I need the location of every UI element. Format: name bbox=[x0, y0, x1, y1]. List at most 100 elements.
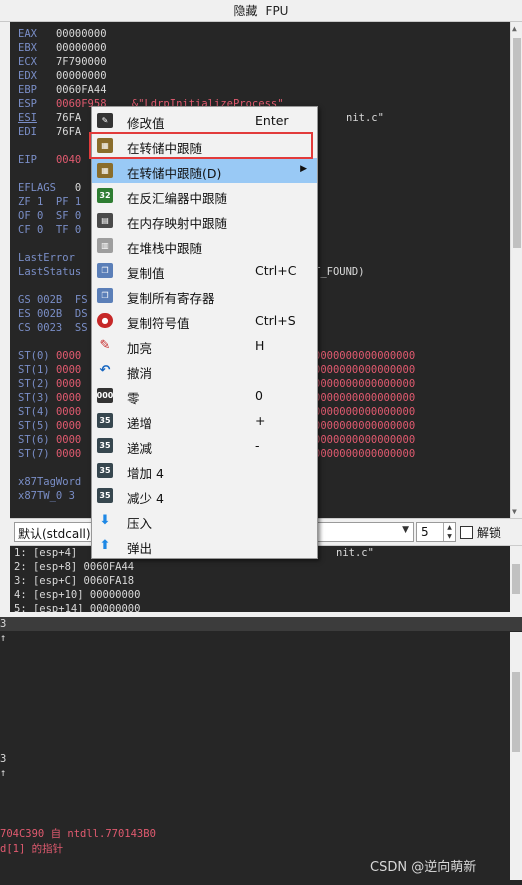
segment-row[interactable]: CS 0023 SS bbox=[18, 322, 88, 336]
eflags-row[interactable]: EFLAGS 0 bbox=[18, 182, 81, 196]
scroll-thumb[interactable] bbox=[513, 38, 521, 248]
fpu-reg-value[interactable]: 0000 bbox=[56, 364, 81, 376]
menu-item-copy-value[interactable]: ❐ 复制值 Ctrl+C bbox=[92, 258, 317, 283]
menu-item-follow-in-stack[interactable]: ▥ 在堆栈中跟随 bbox=[92, 233, 317, 258]
x87-tw-label[interactable]: x87TW_0 3 bbox=[18, 490, 75, 504]
fpu-reg-value[interactable]: 0000 bbox=[56, 448, 81, 460]
stack-arg-row[interactable]: 3: [esp+C] 0060FA18 bbox=[14, 575, 134, 589]
eflags-value[interactable]: 0 bbox=[75, 182, 81, 194]
fpu-reg-value[interactable]: 0000 bbox=[56, 434, 81, 446]
arg-count-value: 5 bbox=[421, 525, 429, 539]
segment-row[interactable]: ES 002B DS bbox=[18, 308, 88, 322]
stack-arg-value: 0060FA44 bbox=[83, 561, 135, 573]
menu-item-pop[interactable]: ⬆ 弹出 bbox=[92, 533, 317, 558]
hide-label[interactable]: 隐藏 bbox=[234, 2, 258, 19]
fpu-row[interactable]: ST(6) 0000 bbox=[18, 434, 81, 448]
register-value[interactable]: 0060FA44 bbox=[56, 84, 107, 96]
menu-item-follow-in-memory-map[interactable]: ▤ 在内存映射中跟随 bbox=[92, 208, 317, 233]
register-ebp[interactable]: EBP 0060FA44 bbox=[18, 84, 107, 98]
fpu-reg-value[interactable]: 0000 bbox=[56, 350, 81, 362]
fpu-reg-value[interactable]: 0000 bbox=[56, 392, 81, 404]
edit-icon: ✎ bbox=[97, 113, 113, 128]
menu-item-label: 在反汇编器中跟随 bbox=[127, 191, 228, 206]
register-ecx[interactable]: ECX 7F790000 bbox=[18, 56, 107, 70]
last-status-label[interactable]: LastStatus bbox=[18, 266, 81, 280]
scroll-up-icon[interactable]: ▲ bbox=[512, 24, 517, 33]
stack-arg-row[interactable]: 5: [esp+14] 00000000 bbox=[14, 603, 140, 612]
menu-item-highlight[interactable]: ✎ 加亮 H bbox=[92, 333, 317, 358]
register-eax[interactable]: EAX 00000000 bbox=[18, 28, 107, 42]
register-value[interactable]: 00000000 bbox=[56, 28, 107, 40]
menu-item-follow-in-disassembler[interactable]: 32 在反汇编器中跟随 bbox=[92, 183, 317, 208]
stack-arg-row[interactable]: 1: [esp+4] bbox=[14, 547, 77, 561]
stack-arg-row[interactable]: 2: [esp+8] 0060FA44 bbox=[14, 561, 134, 575]
fpu-row[interactable]: ST(3) 0000 bbox=[18, 392, 81, 406]
register-name: ESI bbox=[18, 112, 37, 124]
fpu-row[interactable]: ST(0) 0000 bbox=[18, 350, 81, 364]
flags-row[interactable]: ZF 1 PF 1 bbox=[18, 196, 81, 210]
register-edx[interactable]: EDX 00000000 bbox=[18, 70, 107, 84]
menu-item-zero[interactable]: 000 零 0 bbox=[92, 383, 317, 408]
add4-icon: 35 bbox=[97, 463, 113, 478]
register-name: ECX bbox=[18, 56, 37, 68]
register-ebx[interactable]: EBX 00000000 bbox=[18, 42, 107, 56]
menu-item-copy-symbol-value[interactable]: ● 复制符号值 Ctrl+S bbox=[92, 308, 317, 333]
unlock-toggle[interactable]: 解锁 bbox=[460, 524, 501, 541]
scroll-down-icon[interactable]: ▼ bbox=[512, 507, 517, 516]
x87-tagword-label[interactable]: x87TagWord bbox=[18, 476, 81, 490]
menu-item-undo[interactable]: ↶ 撤消 bbox=[92, 358, 317, 383]
fpu-reg-value[interactable]: 0000 bbox=[56, 406, 81, 418]
stepper-arrows-icon[interactable]: ▲ ▼ bbox=[443, 523, 455, 541]
eflags-label: EFLAGS bbox=[18, 182, 56, 194]
highlight-icon: ✎ bbox=[99, 338, 111, 353]
scroll-thumb[interactable] bbox=[512, 672, 520, 752]
scroll-thumb[interactable] bbox=[512, 564, 520, 594]
fpu-reg-value[interactable]: 0000 bbox=[56, 420, 81, 432]
fpu-row[interactable]: ST(5) 0000 bbox=[18, 420, 81, 434]
register-value[interactable]: 0040 bbox=[56, 154, 81, 166]
chevron-down-icon[interactable]: ▼ bbox=[402, 525, 409, 535]
menu-item-shortcut: - bbox=[255, 438, 260, 453]
fpu-row[interactable]: ST(2) 0000 bbox=[18, 378, 81, 392]
arg-count-stepper[interactable]: 5 ▲ ▼ bbox=[416, 522, 456, 542]
register-esi[interactable]: ESI 76FA bbox=[18, 112, 81, 126]
segment-row[interactable]: GS 002B FS bbox=[18, 294, 88, 308]
menu-item-push[interactable]: ⬇ 压入 bbox=[92, 508, 317, 533]
stack-arg-label: 2: [esp+8] bbox=[14, 561, 78, 573]
unlock-checkbox[interactable] bbox=[460, 526, 473, 539]
fpu-label[interactable]: FPU bbox=[266, 4, 289, 18]
register-value[interactable]: 00000000 bbox=[56, 42, 107, 54]
menu-item-increment[interactable]: 35 递增 + bbox=[92, 408, 317, 433]
stack-scrollbar[interactable] bbox=[510, 546, 522, 612]
register-edi[interactable]: EDI 76FA bbox=[18, 126, 81, 140]
fpu-row[interactable]: ST(1) 0000 bbox=[18, 364, 81, 378]
register-value[interactable]: 76FA bbox=[56, 112, 81, 124]
register-name: EIP bbox=[18, 154, 37, 166]
menu-item-sub-4[interactable]: 35 减少 4 bbox=[92, 483, 317, 508]
menu-item-copy-all-registers[interactable]: ❐ 复制所有寄存器 bbox=[92, 283, 317, 308]
register-value[interactable]: 76FA bbox=[56, 126, 81, 138]
last-error-label[interactable]: LastError bbox=[18, 252, 75, 266]
fpu-tail: 0000000000000000 bbox=[314, 378, 416, 390]
register-eip[interactable]: EIP 0040 bbox=[18, 154, 81, 168]
flags-row[interactable]: CF 0 TF 0 bbox=[18, 224, 81, 238]
fpu-reg-value[interactable]: 0000 bbox=[56, 378, 81, 390]
menu-item-decrement[interactable]: 35 递减 - bbox=[92, 433, 317, 458]
menu-item-modify-value[interactable]: ✎ 修改值 Enter bbox=[92, 108, 317, 133]
calling-convention-value: 默认(stdcall) bbox=[18, 527, 91, 541]
flags-row[interactable]: OF 0 SF 0 bbox=[18, 210, 81, 224]
unlock-label: 解锁 bbox=[477, 526, 502, 540]
menu-item-add-4[interactable]: 35 增加 4 bbox=[92, 458, 317, 483]
info-pane[interactable]: 3 ↑ 3 ↑ 704C390 自 ntdll.770143B0 d[1] 的指… bbox=[0, 617, 522, 885]
register-value[interactable]: 7F790000 bbox=[56, 56, 107, 68]
dump-icon: ▦ bbox=[97, 163, 113, 178]
stack-arg-row[interactable]: 4: [esp+10] 00000000 bbox=[14, 589, 140, 603]
register-value[interactable]: 00000000 bbox=[56, 70, 107, 82]
copy-icon: ❐ bbox=[97, 263, 113, 278]
register-scrollbar[interactable]: ▲ ▼ bbox=[510, 22, 522, 518]
menu-item-follow-in-dump-submenu[interactable]: ▦ 在转储中跟随(D) ▶ bbox=[92, 158, 317, 183]
menu-item-label: 修改值 bbox=[127, 116, 165, 131]
fpu-row[interactable]: ST(4) 0000 bbox=[18, 406, 81, 420]
fpu-row[interactable]: ST(7) 0000 bbox=[18, 448, 81, 462]
info-scrollbar[interactable] bbox=[510, 632, 522, 880]
